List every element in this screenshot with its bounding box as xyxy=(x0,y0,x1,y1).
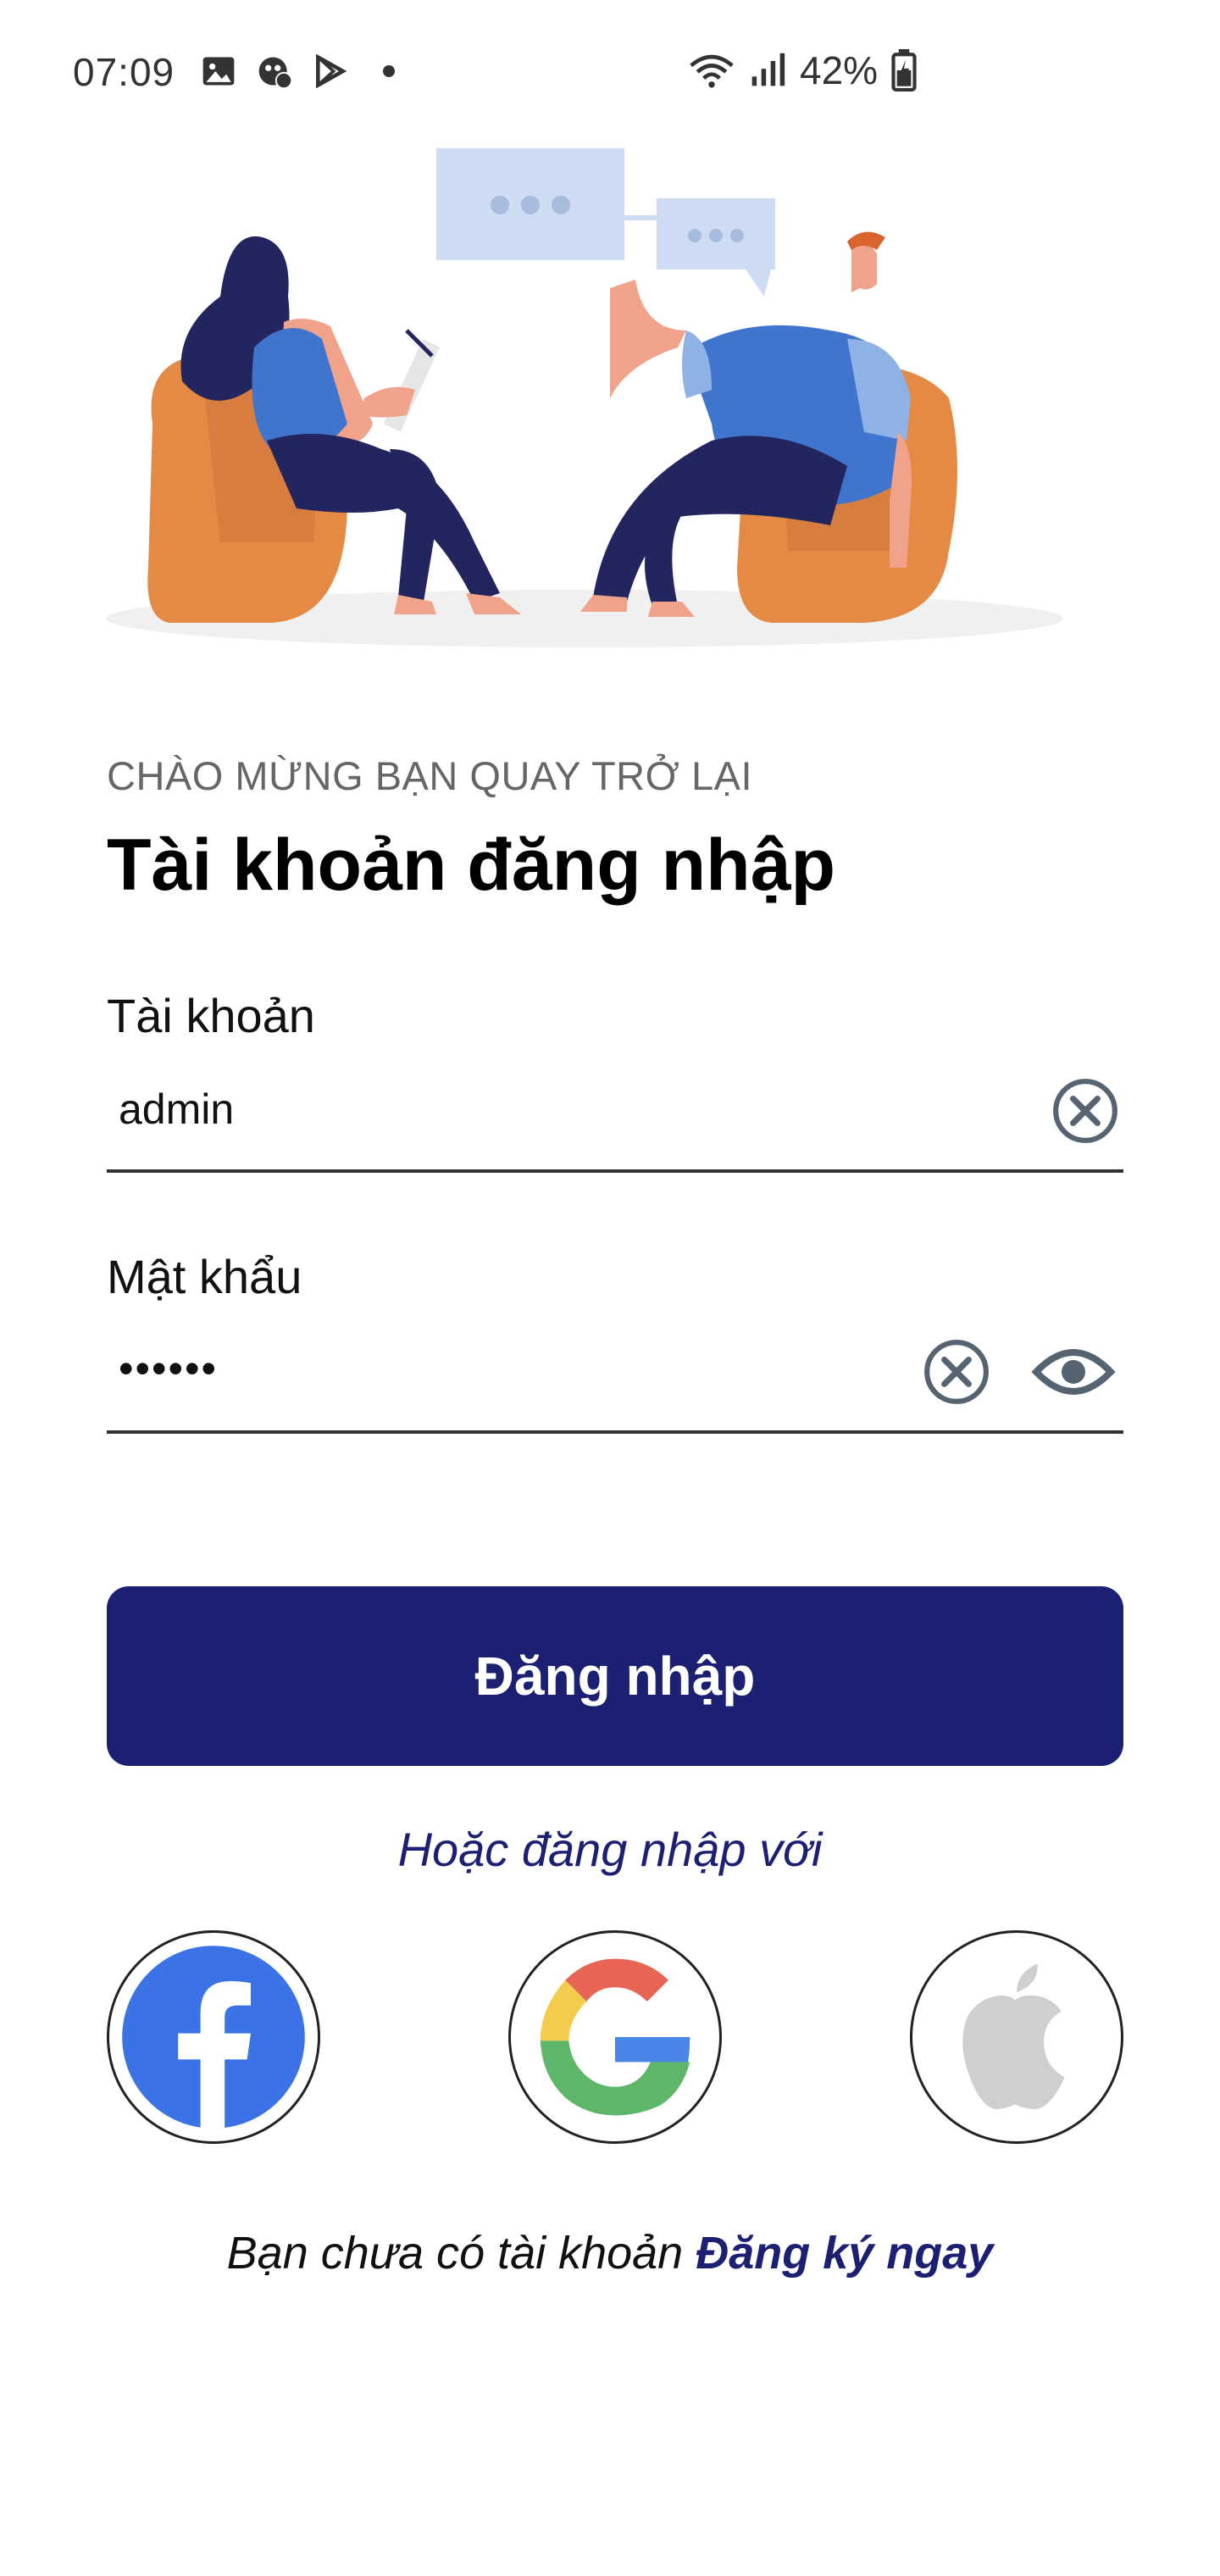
facebook-icon xyxy=(122,1946,305,2130)
page-title: Tài khoản đăng nhập xyxy=(107,824,836,906)
password-underline xyxy=(107,1430,1123,1434)
status-bar: 07:09 42% xyxy=(0,0,1220,153)
or-login-with-text: Hoặc đăng nhập với xyxy=(397,1823,823,1876)
toggle-password-visibility-button[interactable] xyxy=(1029,1335,1118,1408)
chat-bubble-icon xyxy=(436,148,775,297)
image-icon xyxy=(202,57,235,86)
facebook-login-button[interactable] xyxy=(107,1930,320,2144)
google-icon xyxy=(540,1958,690,2116)
wifi-icon xyxy=(690,54,734,88)
clear-icon xyxy=(924,1340,989,1404)
man-figure xyxy=(580,231,957,623)
username-label: Tài khoản xyxy=(107,989,315,1042)
password-label: Mật khẩu xyxy=(107,1250,302,1303)
clear-password-button[interactable] xyxy=(920,1335,993,1408)
app-icon xyxy=(258,57,293,90)
apple-icon xyxy=(962,1963,1065,2109)
status-notification-icons xyxy=(200,53,395,90)
clear-icon xyxy=(1053,1079,1117,1143)
battery-level: 42% xyxy=(800,48,879,92)
username-underline xyxy=(107,1169,1123,1173)
signal-icon xyxy=(751,53,785,86)
password-input[interactable]: •••••• xyxy=(119,1344,218,1393)
dot-icon xyxy=(383,65,395,77)
hero-illustration xyxy=(106,148,1063,647)
login-button[interactable]: Đăng nhập xyxy=(107,1586,1123,1766)
play-store-icon xyxy=(316,53,347,89)
signup-text: Bạn chưa có tài khoản xyxy=(226,2228,684,2279)
clear-username-button[interactable] xyxy=(1049,1074,1122,1147)
signup-prompt: Bạn chưa có tài khoản Đăng ký ngay xyxy=(0,2227,1220,2279)
signup-link[interactable]: Đăng ký ngay xyxy=(696,2228,993,2279)
status-system-icons: 42% xyxy=(688,47,917,93)
apple-login-button[interactable] xyxy=(910,1930,1123,2144)
eye-icon xyxy=(1031,1349,1116,1395)
status-time: 07:09 xyxy=(73,50,175,94)
google-login-button[interactable] xyxy=(508,1930,722,2144)
welcome-subtitle: CHÀO MỪNG BẠN QUAY TRỞ LẠI xyxy=(107,753,753,798)
battery-icon xyxy=(891,49,917,92)
username-input[interactable]: admin xyxy=(119,1085,234,1134)
woman-figure xyxy=(147,236,521,623)
